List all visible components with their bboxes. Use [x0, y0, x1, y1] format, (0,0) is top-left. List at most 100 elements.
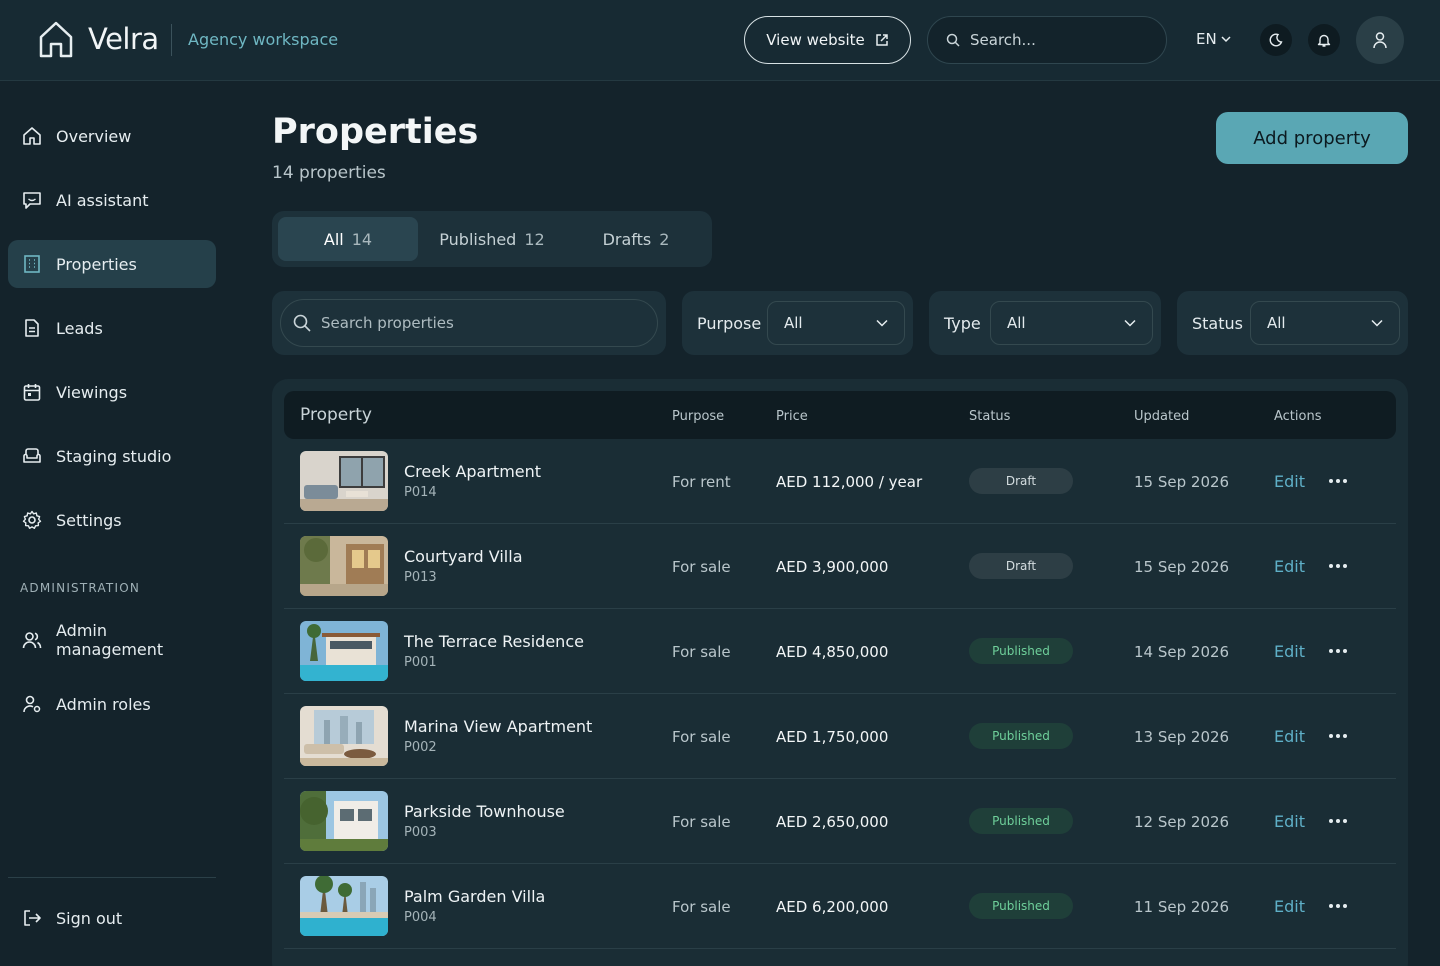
chevron-down-icon — [1221, 36, 1231, 43]
document-icon — [25, 319, 39, 337]
global-search-input[interactable]: Search... — [927, 16, 1167, 64]
sidebar-item-ai-assistant[interactable]: AI assistant — [8, 176, 216, 224]
search-filter-box: Search properties — [272, 291, 666, 355]
more-actions-icon[interactable] — [1326, 809, 1350, 833]
property-name[interactable]: Creek Apartment — [404, 462, 541, 481]
property-purpose: For sale — [672, 813, 731, 831]
status-tabs: All 14 Published 12 Drafts 2 — [272, 211, 712, 267]
sidebar-item-viewings[interactable]: Viewings — [8, 368, 216, 416]
purpose-select[interactable]: All — [767, 301, 905, 345]
bell-icon — [1317, 34, 1331, 47]
property-thumbnail[interactable] — [300, 451, 388, 511]
edit-link[interactable]: Edit — [1274, 557, 1305, 576]
sidebar-item-leads[interactable]: Leads — [8, 304, 216, 352]
property-name[interactable]: Courtyard Villa — [404, 547, 523, 566]
status-badge: Published — [969, 893, 1073, 919]
property-search-input[interactable]: Search properties — [280, 299, 658, 347]
property-thumbnail[interactable] — [300, 621, 388, 681]
more-actions-icon[interactable] — [1326, 554, 1350, 578]
language-selector[interactable]: EN — [1196, 30, 1231, 48]
type-select[interactable]: All — [990, 301, 1153, 345]
more-actions-icon[interactable] — [1326, 639, 1350, 663]
property-id: P004 — [404, 910, 437, 925]
search-icon — [946, 33, 960, 47]
table-row[interactable]: Creek Apartment P014 For rent AED 112,00… — [284, 439, 1396, 524]
sidebar-item-overview[interactable]: Overview — [8, 112, 216, 160]
property-thumbnail[interactable] — [300, 536, 388, 596]
sidebar-item-settings[interactable]: Settings — [8, 496, 216, 544]
property-thumbnail[interactable] — [300, 876, 388, 936]
property-id: P001 — [404, 655, 437, 670]
user-icon — [1373, 32, 1387, 49]
sidebar-item-label: Staging studio — [56, 446, 172, 466]
column-header-price[interactable]: Price — [776, 409, 808, 424]
status-badge: Draft — [969, 553, 1073, 579]
more-actions-icon[interactable] — [1326, 469, 1350, 493]
property-name[interactable]: The Terrace Residence — [404, 632, 584, 651]
notifications-button[interactable] — [1308, 24, 1340, 56]
calendar-icon — [23, 384, 41, 401]
table-row[interactable]: Marina View Apartment P002 For sale AED … — [284, 694, 1396, 779]
table-header: Property Purpose Price Status Updated Ac… — [284, 391, 1396, 439]
property-name[interactable]: Parkside Townhouse — [404, 802, 565, 821]
dark-mode-toggle[interactable] — [1260, 24, 1292, 56]
tab-drafts[interactable]: Drafts 2 — [566, 217, 706, 261]
property-id: P002 — [404, 740, 437, 755]
edit-link[interactable]: Edit — [1274, 727, 1305, 746]
property-name[interactable]: Palm Garden Villa — [404, 887, 545, 906]
column-header-property[interactable]: Property — [300, 405, 372, 425]
property-name[interactable]: Marina View Apartment — [404, 717, 592, 736]
edit-link[interactable]: Edit — [1274, 812, 1305, 831]
column-header-status[interactable]: Status — [969, 409, 1010, 424]
property-purpose: For sale — [672, 728, 731, 746]
property-thumbnail[interactable] — [300, 791, 388, 851]
gear-icon — [22, 510, 42, 529]
edit-link[interactable]: Edit — [1274, 472, 1305, 491]
purpose-filter: Purpose All — [682, 291, 913, 355]
table-row[interactable]: Palm Garden Villa P004 For sale AED 6,20… — [284, 864, 1396, 949]
chevron-down-icon — [876, 319, 888, 327]
more-actions-icon[interactable] — [1326, 724, 1350, 748]
more-actions-icon[interactable] — [1326, 894, 1350, 918]
chevron-down-icon — [1124, 319, 1136, 327]
sidebar-item-label: Settings — [56, 510, 122, 530]
table-row[interactable]: Parkside Townhouse P003 For sale AED 2,6… — [284, 779, 1396, 864]
sidebar-item-label: Properties — [56, 254, 137, 274]
sidebar-item-label: AI assistant — [56, 190, 149, 210]
property-updated: 15 Sep 2026 — [1134, 558, 1230, 576]
add-property-button[interactable]: Add property — [1216, 112, 1408, 164]
tab-all[interactable]: All 14 — [278, 217, 418, 261]
table-row[interactable]: Courtyard Villa P013 For sale AED 3,900,… — [284, 524, 1396, 609]
sidebar-item-label: Overview — [56, 126, 132, 146]
property-updated: 11 Sep 2026 — [1134, 898, 1230, 916]
building-icon — [24, 255, 40, 273]
user-avatar-button[interactable] — [1356, 16, 1404, 64]
column-header-updated[interactable]: Updated — [1134, 409, 1189, 424]
sidebar-item-properties[interactable]: Properties — [8, 240, 216, 288]
page-title: Properties — [272, 112, 479, 152]
column-header-actions: Actions — [1274, 409, 1322, 424]
chevron-down-icon — [1371, 319, 1383, 327]
sidebar-item-label: Admin roles — [56, 694, 151, 714]
property-price: AED 112,000 / year — [776, 473, 923, 491]
edit-link[interactable]: Edit — [1274, 897, 1305, 916]
column-header-purpose[interactable]: Purpose — [672, 409, 724, 424]
tab-published[interactable]: Published 12 — [422, 217, 562, 261]
property-thumbnail[interactable] — [300, 706, 388, 766]
brand-name[interactable]: Velra — [88, 22, 159, 56]
table-row[interactable]: The Terrace Residence P001 For sale AED … — [284, 609, 1396, 694]
sidebar-item-staging-studio[interactable]: Staging studio — [8, 432, 216, 480]
sign-out-button[interactable]: Sign out — [8, 894, 216, 942]
logo-divider — [171, 24, 172, 56]
purpose-select-value: All — [784, 314, 803, 332]
sidebar-item-admin-roles[interactable]: Admin roles — [8, 680, 216, 728]
sidebar: Overview AI assistant Properties Leads V… — [0, 81, 228, 966]
sidebar-item-admin-management[interactable]: Admin management — [8, 616, 216, 664]
global-search-placeholder: Search... — [970, 31, 1036, 49]
logo-house-icon[interactable] — [38, 20, 74, 58]
property-purpose: For sale — [672, 898, 731, 916]
moon-icon — [1269, 33, 1283, 47]
view-website-button[interactable]: View website — [744, 16, 911, 64]
edit-link[interactable]: Edit — [1274, 642, 1305, 661]
status-select[interactable]: All — [1250, 301, 1400, 345]
